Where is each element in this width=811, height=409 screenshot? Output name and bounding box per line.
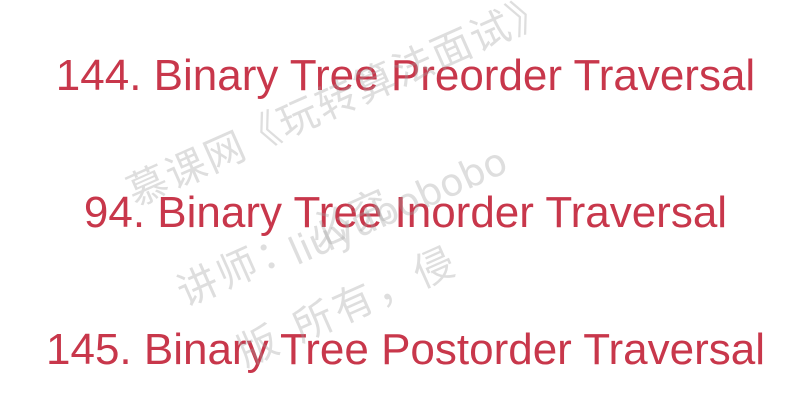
- title-preorder: 144. Binary Tree Preorder Traversal: [55, 51, 756, 100]
- title-postorder: 145. Binary Tree Postorder Traversal: [46, 325, 765, 374]
- title-inorder: 94. Binary Tree Inorder Traversal: [83, 188, 728, 237]
- slide: 144. Binary Tree Preorder Traversal 94. …: [0, 0, 811, 409]
